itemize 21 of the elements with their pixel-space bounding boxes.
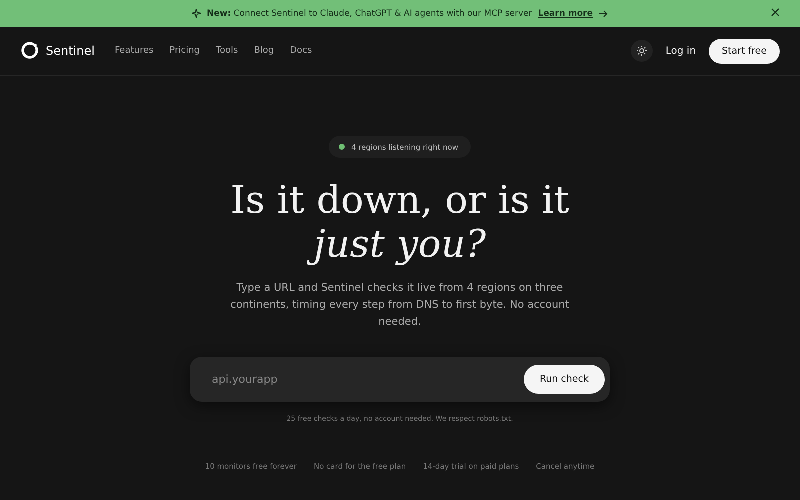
url-input-field[interactable]: api.yourapp Run check (190, 357, 610, 402)
logo-icon[interactable] (21, 42, 39, 60)
banner-message: New: Connect Sentinel to Claude, ChatGPT & AI agents with our MCP server (206, 8, 532, 18)
learn-more-link[interactable]: Learn more (538, 8, 594, 18)
nav-link[interactable]: Blog (254, 46, 274, 56)
theme-toggle-button[interactable] (630, 40, 653, 62)
run-check-button[interactable]: Run check (524, 365, 605, 394)
login-link[interactable]: Log in (666, 46, 696, 56)
brand-name[interactable]: Sentinel (46, 44, 95, 58)
arrow-right-icon (599, 10, 608, 18)
nav-link[interactable]: Pricing (170, 46, 200, 56)
sun-icon (636, 46, 647, 56)
headline: Is it down, or is it (230, 178, 570, 222)
start-free-button[interactable]: Start free (709, 38, 780, 64)
description: Type a URL and Sentinel checks it live from 4 regions on three continents, timing every step from DNS to first byte. No account needed. (230, 281, 570, 330)
close-icon[interactable] (771, 8, 780, 17)
nav-link[interactable]: Docs (290, 46, 312, 56)
nav-link[interactable]: Features (114, 46, 154, 56)
sparkle-icon (192, 9, 201, 18)
headline: just you? (230, 222, 570, 266)
nav-link[interactable]: Tools (216, 46, 238, 56)
